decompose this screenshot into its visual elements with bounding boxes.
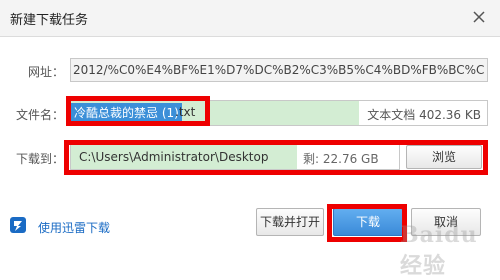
close-button[interactable] <box>464 2 494 32</box>
window-title: 新建下载任务 <box>10 13 89 28</box>
filename-selected-text: 冷酷总裁的禁忌 (1) <box>71 103 182 123</box>
saveto-label: 下载到： <box>16 152 65 166</box>
filename-field[interactable]: 冷酷总裁的禁忌 (1) .txt 文本文档 402.36 KB <box>70 100 488 126</box>
url-label: 网址： <box>28 65 65 79</box>
filename-extension: .txt <box>175 105 196 119</box>
browse-button[interactable]: 浏览 <box>406 145 482 169</box>
file-type-size: 文本文档 402.36 KB <box>367 108 481 122</box>
url-field[interactable]: 2012/%C0%E4%BF%E1%D7%DC%B2%C3%B5%C4%BD%F… <box>70 58 488 82</box>
saveto-path-value: C:\Users\Administrator\Desktop <box>79 150 269 164</box>
free-space-text: 剩: 22.76 GB <box>303 152 379 166</box>
url-value: 2012/%C0%E4%BF%E1%D7%DC%B2%C3%B5%C4%BD%F… <box>73 63 485 77</box>
saveto-path-field[interactable]: C:\Users\Administrator\Desktop 剩: 22.76 … <box>70 144 462 170</box>
xunlei-icon <box>10 217 26 233</box>
download-button[interactable]: 下载 <box>333 208 403 236</box>
close-icon <box>473 11 485 23</box>
filename-label: 文件名： <box>16 108 65 122</box>
baidu-watermark: Baidu经验 <box>400 222 478 279</box>
title-bar: 新建下载任务 <box>0 0 500 37</box>
download-and-open-button[interactable]: 下载并打开 <box>256 208 324 236</box>
use-xunlei-link[interactable]: 使用迅雷下载 <box>38 219 110 236</box>
